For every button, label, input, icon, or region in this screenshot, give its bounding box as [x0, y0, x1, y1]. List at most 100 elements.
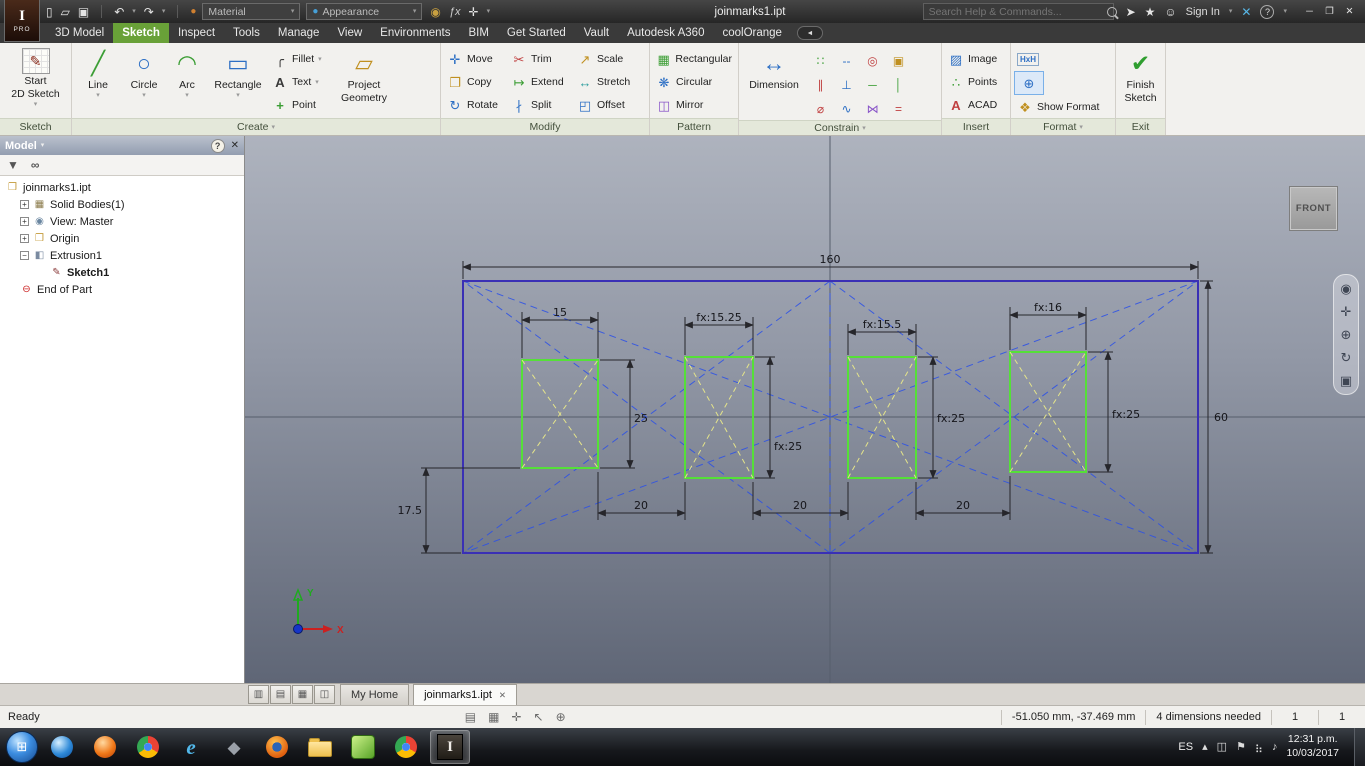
- search-icon[interactable]: [1106, 6, 1117, 17]
- sketch-profile-rect-1[interactable]: [521, 359, 599, 469]
- rotate-button[interactable]: ↻ Rotate: [444, 94, 508, 116]
- vertical-constraint-icon[interactable]: │: [886, 73, 911, 96]
- concentric-constraint-icon[interactable]: ◎: [860, 49, 885, 72]
- layout-icon-3[interactable]: ▦: [292, 685, 313, 704]
- point-button[interactable]: + Point: [269, 94, 333, 116]
- inventor-app-logo[interactable]: I PRO: [4, 0, 40, 42]
- image-button[interactable]: ▨ Image: [945, 48, 1005, 70]
- favorites-star-icon[interactable]: ★: [1145, 6, 1156, 18]
- tab-3d-model[interactable]: 3D Model: [46, 23, 113, 43]
- filter-icon[interactable]: ▼: [7, 158, 19, 172]
- fix-constraint-icon[interactable]: ▣: [886, 49, 911, 72]
- network-tray-icon[interactable]: ⣦: [1255, 741, 1263, 753]
- offset-button[interactable]: ◰ Offset: [574, 94, 640, 116]
- project-geometry-button[interactable]: ▱ Project Geometry: [333, 45, 395, 118]
- save-icon[interactable]: ▣: [78, 6, 89, 18]
- points-button[interactable]: ∴ Points: [945, 71, 1005, 93]
- fillet-button[interactable]: ╭ Fillet ▾: [269, 48, 333, 70]
- panel-label-format[interactable]: Format ▾: [1011, 118, 1115, 135]
- restore-button[interactable]: ❐: [1320, 6, 1339, 17]
- tab-my-home[interactable]: My Home: [340, 684, 410, 705]
- close-button[interactable]: ✕: [1340, 6, 1359, 17]
- acad-button[interactable]: A ACAD: [945, 94, 1005, 116]
- panel-label-modify[interactable]: Modify: [441, 118, 649, 135]
- edit-dimension-icon[interactable]: ▤: [465, 710, 476, 724]
- mirror-button[interactable]: ◫ Mirror: [653, 94, 735, 116]
- tree-item-sketch1[interactable]: ✎ Sketch1: [0, 264, 244, 281]
- taskbar-green-app-icon[interactable]: [344, 731, 382, 763]
- perpendicular-constraint-icon[interactable]: ⊥: [834, 73, 859, 96]
- fx-icon[interactable]: ƒx: [449, 6, 461, 18]
- smooth-constraint-icon[interactable]: ∿: [834, 97, 859, 120]
- paint-icon[interactable]: ◉: [430, 6, 440, 18]
- volume-tray-icon[interactable]: ♪: [1272, 741, 1278, 753]
- text-button[interactable]: A Text ▾: [269, 71, 333, 93]
- appearance-dropdown[interactable]: ● Appearance ▾: [306, 3, 423, 20]
- exchange-apps-icon[interactable]: ✕: [1241, 5, 1251, 19]
- parallel-constraint-icon[interactable]: ∥: [808, 73, 833, 96]
- dimension-gap-3[interactable]: 20: [915, 476, 1011, 520]
- taskbar-chrome-icon[interactable]: [129, 731, 167, 763]
- layout-icon-2[interactable]: ▤: [270, 685, 291, 704]
- trim-button[interactable]: ✂ Trim: [508, 48, 574, 70]
- browser-close-icon[interactable]: ✕: [231, 140, 239, 151]
- sign-in-button[interactable]: Sign In: [1186, 6, 1220, 18]
- navigation-wheel-icon[interactable]: ◉: [1340, 282, 1351, 295]
- taskbar-clock[interactable]: 12:31 p.m. 10/03/2017: [1286, 733, 1339, 760]
- dimension-rect1-height[interactable]: 25: [600, 359, 648, 469]
- hidden-icons-arrow-icon[interactable]: ▴: [1202, 741, 1208, 753]
- tab-bim[interactable]: BIM: [459, 23, 497, 43]
- tab-get-started[interactable]: Get Started: [498, 23, 575, 43]
- coincident-constraint-icon[interactable]: ∷: [808, 49, 833, 72]
- orbit-icon[interactable]: ↻: [1341, 351, 1352, 364]
- precise-input-icon[interactable]: ✛: [511, 710, 521, 724]
- tab-coolorange[interactable]: coolOrange: [713, 23, 790, 43]
- expand-plus-icon[interactable]: +: [20, 234, 29, 243]
- circular-pattern-button[interactable]: ❋ Circular: [653, 71, 735, 93]
- dimension-gap-2[interactable]: 20: [752, 482, 849, 520]
- taskbar-explorer-folder-icon[interactable]: [301, 731, 339, 763]
- dimension-display-button[interactable]: HxH: [1014, 48, 1112, 70]
- collinear-constraint-icon[interactable]: --: [834, 49, 859, 72]
- tab-manage[interactable]: Manage: [269, 23, 329, 43]
- scale-button[interactable]: ↗ Scale: [574, 48, 640, 70]
- stretch-button[interactable]: ↔ Stretch: [574, 71, 640, 93]
- rectangular-pattern-button[interactable]: ▦ Rectangular: [653, 48, 735, 70]
- layout-icon-4[interactable]: ◫: [314, 685, 335, 704]
- browser-header[interactable]: Model ▾ ? ✕: [0, 136, 244, 155]
- dimension-gap-1[interactable]: 20: [597, 472, 686, 520]
- horizontal-constraint-icon[interactable]: ─: [860, 73, 885, 96]
- tab-view[interactable]: View: [328, 23, 371, 43]
- undo-icon[interactable]: ↶: [114, 6, 124, 18]
- grid-icon[interactable]: ▦: [488, 710, 499, 724]
- tab-autodesk-a360[interactable]: Autodesk A360: [618, 23, 713, 43]
- redo-icon[interactable]: ↷: [144, 6, 154, 18]
- search-input[interactable]: [922, 3, 1114, 20]
- zoom-icon[interactable]: ⊕: [1341, 328, 1352, 341]
- sketch-canvas[interactable]: 160 60 15 fx:15.25 fx:15.5 fx:16 25 fx:2…: [245, 136, 1365, 683]
- tree-item-extrusion1[interactable]: − ◧ Extrusion1: [0, 247, 244, 264]
- chevron-down-icon[interactable]: ▾: [132, 8, 136, 15]
- taskbar-inkscape-icon[interactable]: ◆: [215, 731, 253, 763]
- show-format-button[interactable]: ❖ Show Format: [1014, 96, 1112, 118]
- dimension-rect4-height[interactable]: fx:25: [1088, 351, 1140, 473]
- select-icon[interactable]: ↖: [534, 710, 544, 724]
- view-cube[interactable]: FRONT: [1289, 186, 1338, 231]
- chevron-down-icon[interactable]: ▾: [487, 8, 491, 15]
- tab-environments[interactable]: Environments: [371, 23, 459, 43]
- sketch-profile-rect-4[interactable]: [1009, 351, 1087, 473]
- start-button[interactable]: ⊞: [6, 731, 38, 763]
- tree-item-end-of-part[interactable]: ⊖ End of Part: [0, 281, 244, 298]
- circle-button[interactable]: ○ Circle ▾: [121, 45, 167, 118]
- show-desktop-button[interactable]: [1354, 728, 1365, 766]
- arc-button[interactable]: ◠ Arc ▾: [167, 45, 207, 118]
- share-icon[interactable]: ➤: [1126, 6, 1136, 18]
- taskbar-orange-app-icon[interactable]: [86, 731, 124, 763]
- dimension-rect3-width[interactable]: fx:15.5: [847, 318, 917, 355]
- tab-sketch[interactable]: Sketch: [113, 23, 169, 43]
- tree-item-origin[interactable]: + ❒ Origin: [0, 230, 244, 247]
- taskbar-internet-explorer-icon[interactable]: e: [172, 731, 210, 763]
- help-icon[interactable]: ?: [1260, 4, 1275, 19]
- dimension-rect4-width[interactable]: fx:16: [1009, 301, 1087, 350]
- keyboard-tray-icon[interactable]: ◫: [1217, 741, 1227, 753]
